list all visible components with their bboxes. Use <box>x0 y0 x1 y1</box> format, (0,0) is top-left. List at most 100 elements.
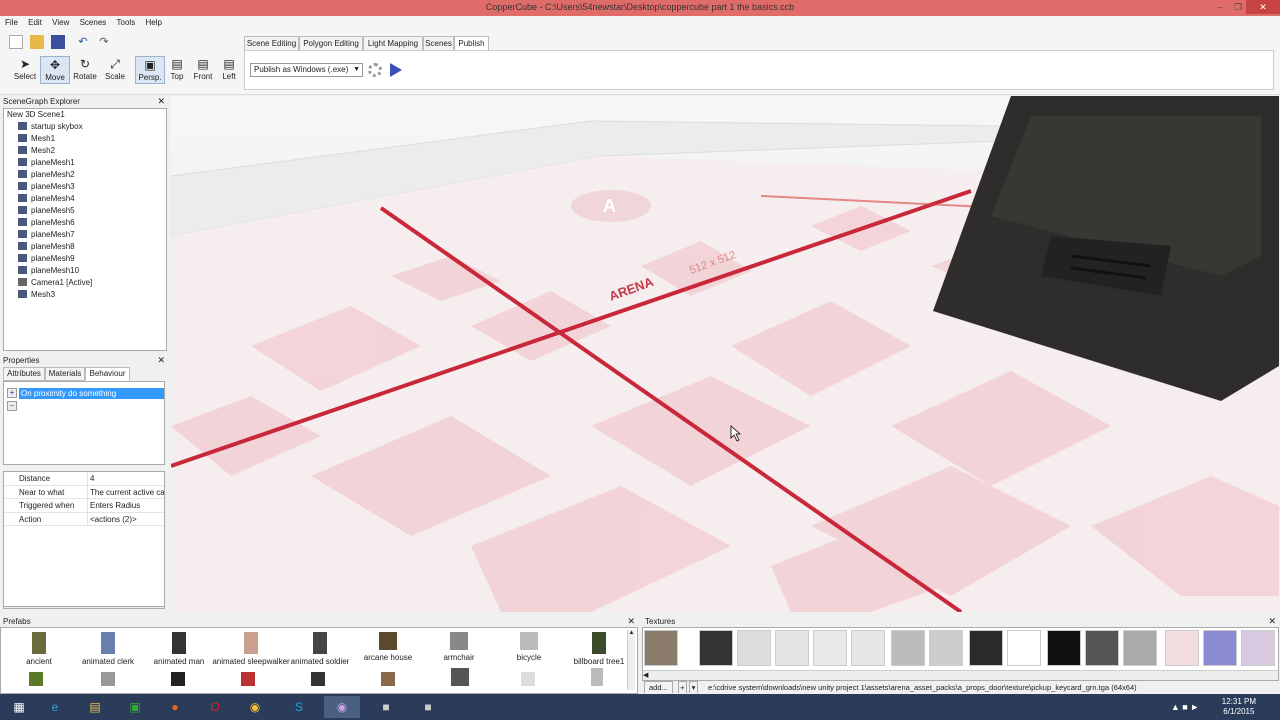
tab-scenes[interactable]: Scenes <box>423 36 454 51</box>
tree-node[interactable]: Mesh3 <box>4 289 166 301</box>
file-explorer-icon[interactable]: ▤ <box>80 696 110 718</box>
prefab-thumbnail[interactable] <box>101 672 115 686</box>
texture-thumbnail[interactable] <box>929 630 963 666</box>
texture-thumbnail[interactable] <box>699 630 733 666</box>
prefab-item[interactable]: billboard tree1 <box>564 632 634 666</box>
tree-node[interactable]: planeMesh8 <box>4 241 166 253</box>
add-icon[interactable]: + <box>677 681 687 693</box>
tree-node[interactable]: planeMesh6 <box>4 217 166 229</box>
prefab-thumbnail[interactable] <box>521 672 535 686</box>
undo-icon[interactable]: ↶ <box>76 35 90 49</box>
prefab-item[interactable]: arcane house <box>353 632 423 662</box>
menu-view[interactable]: View <box>52 16 69 29</box>
tree-node[interactable]: planeMesh5 <box>4 205 166 217</box>
prefab-item[interactable]: animated clerk <box>73 632 143 666</box>
view-persp-button[interactable]: ▣ Persp. <box>135 56 165 84</box>
texture-thumbnail[interactable] <box>1165 630 1199 666</box>
tab-light-mapping[interactable]: Light Mapping <box>363 36 423 51</box>
app-icon[interactable]: ■ <box>368 696 404 718</box>
texture-thumbnail[interactable] <box>1047 630 1081 666</box>
skype-icon[interactable]: S <box>284 696 314 718</box>
maximize-button[interactable]: ❐ <box>1230 0 1246 14</box>
property-row[interactable]: Distance 4 <box>4 472 164 486</box>
prefab-item[interactable]: animated soldier <box>285 632 355 666</box>
select-tool-button[interactable]: ➤ Select <box>10 56 40 84</box>
texture-thumbnail[interactable] <box>1085 630 1119 666</box>
tree-node[interactable]: planeMesh2 <box>4 169 166 181</box>
prefab-thumbnail[interactable] <box>171 672 185 686</box>
prefab-thumbnail[interactable] <box>451 668 469 686</box>
close-icon[interactable]: ✕ <box>1268 616 1276 627</box>
tab-behaviour[interactable]: Behaviour <box>85 367 130 381</box>
play-icon[interactable] <box>390 63 402 77</box>
texture-thumbnail[interactable] <box>1123 630 1157 666</box>
close-button[interactable]: ✕ <box>1246 0 1280 14</box>
texture-thumbnail[interactable] <box>737 630 771 666</box>
internet-explorer-icon[interactable]: e <box>40 696 70 718</box>
texture-thumbnail[interactable] <box>1007 630 1041 666</box>
3d-viewport[interactable]: A ARENA 512 x 512 <box>171 96 1279 612</box>
menu-edit[interactable]: Edit <box>28 16 42 29</box>
prefab-thumbnail[interactable] <box>381 672 395 686</box>
tree-node[interactable]: Mesh1 <box>4 133 166 145</box>
prefab-item[interactable]: armchair <box>424 632 494 662</box>
tab-polygon-editing[interactable]: Polygon Editing <box>299 36 363 51</box>
prefab-item[interactable]: animated man <box>144 632 214 666</box>
coppercube-icon[interactable]: ◉ <box>324 696 360 718</box>
texture-thumbnail[interactable] <box>851 630 885 666</box>
prefab-thumbnail[interactable] <box>591 668 603 686</box>
tree-node[interactable]: planeMesh7 <box>4 229 166 241</box>
publish-settings-icon[interactable] <box>368 63 382 77</box>
prefabs-scrollbar[interactable]: ▲ <box>627 630 635 690</box>
tree-node[interactable]: planeMesh1 <box>4 157 166 169</box>
prefab-item[interactable]: bicycle <box>494 632 564 662</box>
tab-publish[interactable]: Publish <box>454 36 489 51</box>
close-icon[interactable]: ✕ <box>627 616 635 627</box>
minimize-button[interactable]: – <box>1210 0 1230 14</box>
prefab-item[interactable]: animated sleepwalker <box>206 632 296 666</box>
texture-thumbnail[interactable] <box>644 630 678 666</box>
prefab-item[interactable]: ancient <box>4 632 74 666</box>
add-behaviour-button[interactable]: + <box>7 388 17 398</box>
menu-scenes[interactable]: Scenes <box>80 16 107 29</box>
chevron-down-icon[interactable]: ▾ <box>688 681 698 693</box>
windows-start-icon[interactable]: ▦ <box>4 696 34 718</box>
tree-node[interactable]: planeMesh9 <box>4 253 166 265</box>
add-texture-button[interactable]: add... <box>644 681 673 693</box>
tree-node[interactable]: startup skybox <box>4 121 166 133</box>
open-folder-icon[interactable] <box>30 35 44 49</box>
move-tool-button[interactable]: ✥ Move <box>40 56 70 84</box>
chrome-icon[interactable]: ◉ <box>240 696 270 718</box>
view-left-button[interactable]: ▤ Left <box>214 56 244 84</box>
tab-scene-editing[interactable]: Scene Editing <box>244 36 299 51</box>
rotate-tool-button[interactable]: ↻ Rotate <box>70 56 100 84</box>
tree-node[interactable]: planeMesh3 <box>4 181 166 193</box>
close-icon[interactable]: ✕ <box>157 355 165 366</box>
scale-tool-button[interactable]: ⤢ Scale <box>100 56 130 84</box>
opera-icon[interactable]: O <box>200 696 230 718</box>
tree-node[interactable]: Mesh2 <box>4 145 166 157</box>
clock[interactable]: 12:31 PM 6/1/2015 <box>1222 697 1256 717</box>
save-icon[interactable] <box>51 35 65 49</box>
app-icon[interactable]: ■ <box>410 696 446 718</box>
tree-node[interactable]: planeMesh4 <box>4 193 166 205</box>
menu-file[interactable]: File <box>5 16 18 29</box>
remove-behaviour-button[interactable]: – <box>7 401 17 411</box>
store-icon[interactable]: ▣ <box>120 696 150 718</box>
texture-thumbnail[interactable] <box>969 630 1003 666</box>
property-row[interactable]: Action <actions (2)> <box>4 512 164 526</box>
prefab-thumbnail[interactable] <box>29 672 43 686</box>
property-row[interactable]: Near to what The current active car <box>4 485 164 499</box>
new-file-icon[interactable] <box>9 35 23 49</box>
tree-node[interactable]: planeMesh10 <box>4 265 166 277</box>
texture-thumbnail[interactable] <box>775 630 809 666</box>
behaviour-item[interactable]: On proximity do something <box>19 388 164 399</box>
close-icon[interactable]: ✕ <box>157 96 165 107</box>
tree-node-root[interactable]: New 3D Scene1 <box>4 109 166 121</box>
prefab-thumbnail[interactable] <box>311 672 325 686</box>
tab-attributes[interactable]: Attributes <box>3 367 45 381</box>
firefox-icon[interactable]: ● <box>160 696 190 718</box>
tab-materials[interactable]: Materials <box>45 367 85 381</box>
texture-thumbnail[interactable] <box>1241 630 1275 666</box>
menu-help[interactable]: Help <box>145 16 161 29</box>
